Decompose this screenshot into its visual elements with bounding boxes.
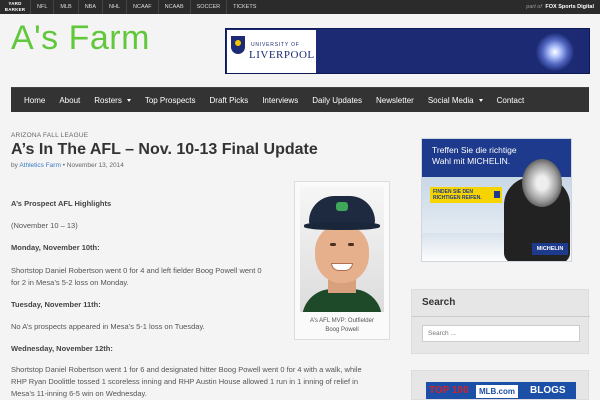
post-category[interactable]: ARIZONA FALL LEAGUE bbox=[11, 132, 88, 139]
chevron-down-icon bbox=[478, 98, 483, 102]
arrow-icon bbox=[494, 191, 500, 198]
nav-item-daily-updates[interactable]: Daily Updates bbox=[305, 88, 369, 113]
crest-icon bbox=[231, 36, 245, 54]
top100-label: TOP 100 bbox=[429, 385, 469, 396]
nav-item-label: Draft Picks bbox=[209, 95, 249, 105]
michelin-ad[interactable]: Treffen Sie die richtige Wahl mit MICHEL… bbox=[421, 138, 572, 262]
day3-line3: Mesa’s 11-inning 6-5 win on Wednesday. bbox=[11, 389, 147, 398]
yardbarker-logo[interactable]: YARD BARKER bbox=[3, 1, 27, 13]
nav-item-social-media[interactable]: Social Media bbox=[421, 88, 490, 113]
search-input[interactable] bbox=[422, 325, 580, 342]
network-bar: YARD BARKER NFL MLB NBA NHL NCAAF NCAAB SOCCER… bbox=[0, 0, 600, 14]
post-figure: A’s AFL MVP: Outfielder Boog Powell bbox=[294, 181, 390, 340]
post-date: November 13, 2014 bbox=[66, 162, 124, 169]
figure-caption: A’s AFL MVP: Outfielder Boog Powell bbox=[300, 317, 384, 335]
nav-item-home[interactable]: Home bbox=[17, 88, 52, 113]
nav-item-label: Newsletter bbox=[376, 95, 414, 105]
ad-line1: Treffen Sie die richtige bbox=[432, 145, 517, 155]
network-link-nfl[interactable]: NFL bbox=[30, 0, 53, 14]
nav-item-label: Interviews bbox=[262, 95, 299, 105]
network-link-mlb[interactable]: MLB bbox=[53, 0, 77, 14]
blogs-label: BLOGS bbox=[530, 385, 566, 396]
face-shape bbox=[315, 225, 369, 283]
network-link-ncaaf[interactable]: NCAAF bbox=[126, 0, 158, 14]
fox-sports-digital-brand: FOX Sports Digital bbox=[545, 4, 594, 10]
day1-heading: Monday, November 10th: bbox=[11, 243, 100, 252]
figure-caption-line1: A’s AFL MVP: Outfielder bbox=[310, 318, 374, 324]
network-link-nba[interactable]: NBA bbox=[77, 0, 102, 14]
fox-sports-digital-link[interactable]: part of FOX Sports Digital bbox=[526, 0, 594, 14]
tire-rim-graphic bbox=[522, 159, 562, 207]
player-photo[interactable] bbox=[300, 187, 384, 312]
nav-item-label: Contact bbox=[496, 95, 525, 105]
main-content: ARIZONA FALL LEAGUE A’s In The AFL – Nov… bbox=[0, 112, 600, 400]
post-title[interactable]: A’s In The AFL – Nov. 10-13 Final Update bbox=[11, 141, 318, 159]
nav-item-label: Social Media bbox=[427, 95, 474, 105]
network-links: NFL MLB NBA NHL NCAAF NCAAB SOCCER TICKETS bbox=[30, 0, 262, 14]
nav-item-draft-picks[interactable]: Draft Picks bbox=[203, 88, 256, 113]
widget-divider bbox=[412, 316, 590, 317]
network-link-soccer[interactable]: SOCCER bbox=[189, 0, 227, 14]
liverpool-logo: UNIVERSITY OF LIVERPOOL bbox=[227, 30, 316, 73]
ad-cta-button[interactable]: FINDEN SIE DEN RICHTIGEN REIFEN. bbox=[430, 187, 502, 203]
byline-separator: • bbox=[62, 162, 65, 169]
body-range: (November 10 – 13) bbox=[11, 221, 78, 230]
nav-item-newsletter[interactable]: Newsletter bbox=[369, 88, 421, 113]
nav-item-label: Top Prospects bbox=[144, 95, 196, 105]
banner-line1: UNIVERSITY OF bbox=[251, 42, 300, 48]
search-widget: Search bbox=[411, 289, 590, 354]
nav-item-label: About bbox=[59, 95, 81, 105]
network-link-nhl[interactable]: NHL bbox=[102, 0, 126, 14]
day2-text: No A’s prospects appeared in Mesa’s 5-1 … bbox=[11, 322, 205, 331]
network-link-ncaab[interactable]: NCAAB bbox=[157, 0, 190, 14]
nav-item-label: Daily Updates bbox=[312, 95, 363, 105]
day1-line2: for 2 in Mesa’s 5-2 loss on Monday. bbox=[11, 278, 129, 287]
nav-item-about[interactable]: About bbox=[52, 88, 87, 113]
ad-cta-line2: RICHTIGEN REIFEN. bbox=[433, 195, 482, 201]
chevron-down-icon bbox=[126, 98, 131, 102]
author-link[interactable]: Athletics Farm bbox=[19, 162, 61, 169]
ad-line2: Wahl mit MICHELIN. bbox=[432, 156, 511, 166]
michelin-logo: MICHELIN bbox=[532, 243, 568, 255]
eye-right bbox=[348, 243, 354, 246]
cap-brim-shape bbox=[304, 222, 380, 230]
ad-headline: Treffen Sie die richtige Wahl mit MICHEL… bbox=[432, 145, 517, 167]
nav-item-label: Rosters bbox=[94, 95, 122, 105]
site-title[interactable]: A's Farm bbox=[11, 19, 150, 58]
search-widget-title: Search bbox=[422, 297, 456, 308]
banner-line2: LIVERPOOL bbox=[249, 49, 315, 61]
nav-item-top-prospects[interactable]: Top Prospects bbox=[138, 88, 203, 113]
cap-logo-icon bbox=[336, 202, 348, 211]
nav-item-label: Home bbox=[24, 95, 46, 105]
part-of-label: part of bbox=[526, 4, 542, 10]
eye-left bbox=[330, 243, 336, 246]
light-burst-graphic bbox=[535, 33, 575, 71]
nav-item-interviews[interactable]: Interviews bbox=[255, 88, 305, 113]
byline-prefix: by bbox=[11, 162, 18, 169]
post-byline: by Athletics Farm • November 13, 2014 bbox=[11, 162, 124, 169]
figure-caption-line2: Boog Powell bbox=[325, 327, 359, 333]
network-link-tickets[interactable]: TICKETS bbox=[226, 0, 262, 14]
top100-mlb-blogs-banner[interactable]: TOP 100 MLB.com BLOGS bbox=[426, 382, 576, 399]
nav-item-contact[interactable]: Contact bbox=[490, 88, 532, 113]
day2-heading: Tuesday, November 11th: bbox=[11, 300, 101, 309]
body-heading: A’s Prospect AFL Highlights bbox=[11, 199, 112, 208]
main-nav: Home About Rosters Top Prospects Draft Picks… bbox=[11, 87, 589, 112]
mlb-logo: MLB.com bbox=[476, 385, 518, 398]
nav-item-rosters[interactable]: Rosters bbox=[87, 88, 138, 113]
liverpool-banner-ad[interactable]: UNIVERSITY OF LIVERPOOL bbox=[225, 28, 590, 74]
day3-heading: Wednesday, November 12th: bbox=[11, 344, 113, 353]
mlb-blogs-widget: TOP 100 MLB.com BLOGS bbox=[411, 370, 589, 400]
